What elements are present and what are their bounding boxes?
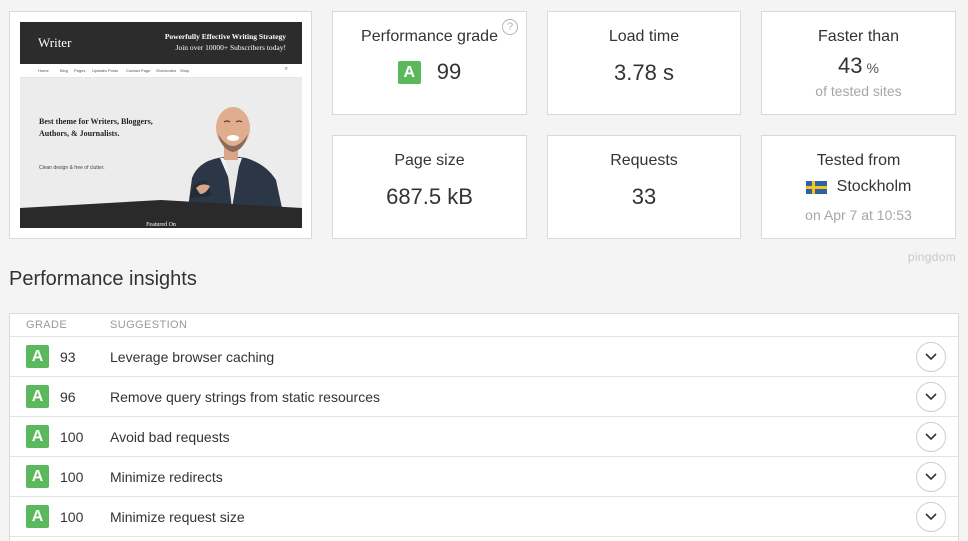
chevron-down-icon: [925, 473, 937, 481]
tested-from-date: on Apr 7 at 10:53: [805, 207, 912, 223]
performance-grade-row: A 99: [333, 59, 526, 85]
faster-than-value: 43: [838, 53, 863, 78]
grade-badge: A: [26, 505, 49, 528]
column-header-grade: GRADE: [26, 319, 68, 331]
requests-value: 33: [631, 184, 657, 209]
row-score: 93: [60, 349, 76, 365]
faster-than-label: Faster than: [818, 28, 899, 45]
page-size-card: Page size 687.5 kB: [332, 135, 527, 239]
table-row[interactable]: A 96 Remove query strings from static re…: [10, 377, 958, 417]
website-screenshot-card: Writer Powerfully Effective Writing Stra…: [9, 11, 312, 239]
screenshot-header: Writer Powerfully Effective Writing Stra…: [20, 22, 302, 64]
screenshot-logo: Writer: [38, 35, 72, 50]
table-row[interactable]: A 100 Minimize redirects: [10, 457, 958, 497]
screenshot-headline: Best theme for Writers, Bloggers, Author…: [39, 117, 153, 138]
load-time-value: 3.78 s: [614, 60, 674, 85]
expand-button[interactable]: [916, 382, 946, 412]
chevron-down-icon: [925, 353, 937, 361]
screenshot-tagline-sub: Join over 10000+ Subscribers today!: [175, 43, 286, 52]
expand-button[interactable]: [916, 342, 946, 372]
screenshot-search-icon: ⌕: [284, 66, 288, 72]
chevron-down-icon: [925, 513, 937, 521]
screenshot-tagline: Powerfully Effective Writing Strategy: [164, 32, 286, 41]
screenshot-nav-item: Pages: [74, 68, 86, 73]
expand-button[interactable]: [916, 502, 946, 532]
row-suggestion: Minimize redirects: [110, 469, 223, 485]
help-icon[interactable]: ?: [502, 19, 518, 35]
screenshot-subhead: Clean design & free of clutter.: [39, 165, 105, 171]
faster-than-unit: %: [866, 60, 879, 76]
row-score: 96: [60, 389, 76, 405]
tested-from-card: Tested from Stockholm on Apr 7 at 10:53: [761, 135, 956, 239]
page-size-value: 687.5 kB: [386, 184, 473, 209]
row-suggestion: Remove query strings from static resourc…: [110, 389, 380, 405]
insights-table: GRADE SUGGESTION A 93 Leverage browser c…: [9, 313, 959, 541]
page-size-label: Page size: [394, 152, 465, 169]
chevron-down-icon: [925, 433, 937, 441]
row-score: 100: [60, 429, 84, 445]
faster-than-row: 43%: [762, 53, 955, 79]
screenshot-nav-item: Shop: [180, 68, 190, 73]
tested-from-location: Stockholm: [836, 178, 912, 195]
performance-grade-card: Performance grade ? A 99: [332, 11, 527, 115]
table-row[interactable]: A 100 Minimize request size: [10, 497, 958, 537]
screenshot-nav-item: Contact Page: [126, 68, 151, 73]
requests-card: Requests 33: [547, 135, 741, 239]
requests-label: Requests: [610, 152, 678, 169]
screenshot-nav-item: Updates Posts: [92, 68, 119, 73]
grade-badge: A: [26, 465, 49, 488]
grade-badge: A: [26, 385, 49, 408]
table-row[interactable]: A 93 Leverage browser caching: [10, 337, 958, 377]
website-screenshot: Writer Powerfully Effective Writing Stra…: [20, 22, 302, 228]
row-suggestion: Minimize request size: [110, 509, 245, 525]
row-score: 100: [60, 509, 84, 525]
screenshot-nav-item: Shortcodes: [156, 68, 177, 73]
grade-badge: A: [26, 345, 49, 368]
sweden-flag-icon: [805, 180, 827, 194]
screenshot-nav-item: Blog: [60, 68, 69, 73]
screenshot-nav-item: Home: [38, 68, 49, 73]
faster-than-sub: of tested sites: [815, 83, 902, 99]
faster-than-card: Faster than 43% of tested sites: [761, 11, 956, 115]
load-time-label: Load time: [608, 28, 680, 45]
row-score: 100: [60, 469, 84, 485]
column-header-suggestion: SUGGESTION: [110, 319, 188, 331]
row-suggestion: Avoid bad requests: [110, 429, 230, 445]
expand-button[interactable]: [916, 422, 946, 452]
pingdom-logo: pingdom: [907, 250, 956, 264]
insights-table-header: GRADE SUGGESTION: [10, 314, 958, 337]
tested-from-location-row: Stockholm: [762, 178, 955, 196]
screenshot-hero: [20, 78, 302, 208]
expand-button[interactable]: [916, 462, 946, 492]
grade-badge: A: [26, 425, 49, 448]
load-time-card: Load time 3.78 s: [547, 11, 741, 115]
insights-title: Performance insights: [9, 268, 197, 290]
chevron-down-icon: [925, 393, 937, 401]
grade-badge: A: [397, 60, 421, 84]
person-photo: [188, 107, 282, 208]
table-row[interactable]: A 100 Avoid bad requests: [10, 417, 958, 457]
tested-from-label: Tested from: [816, 152, 901, 169]
row-suggestion: Leverage browser caching: [110, 349, 275, 365]
performance-grade-label: Performance grade: [361, 28, 498, 45]
screenshot-featured: Featured On: [146, 222, 176, 228]
performance-grade-value: 99: [436, 59, 462, 84]
screenshot-nav: Home Blog Pages Updates Posts Contact Pa…: [20, 64, 302, 78]
